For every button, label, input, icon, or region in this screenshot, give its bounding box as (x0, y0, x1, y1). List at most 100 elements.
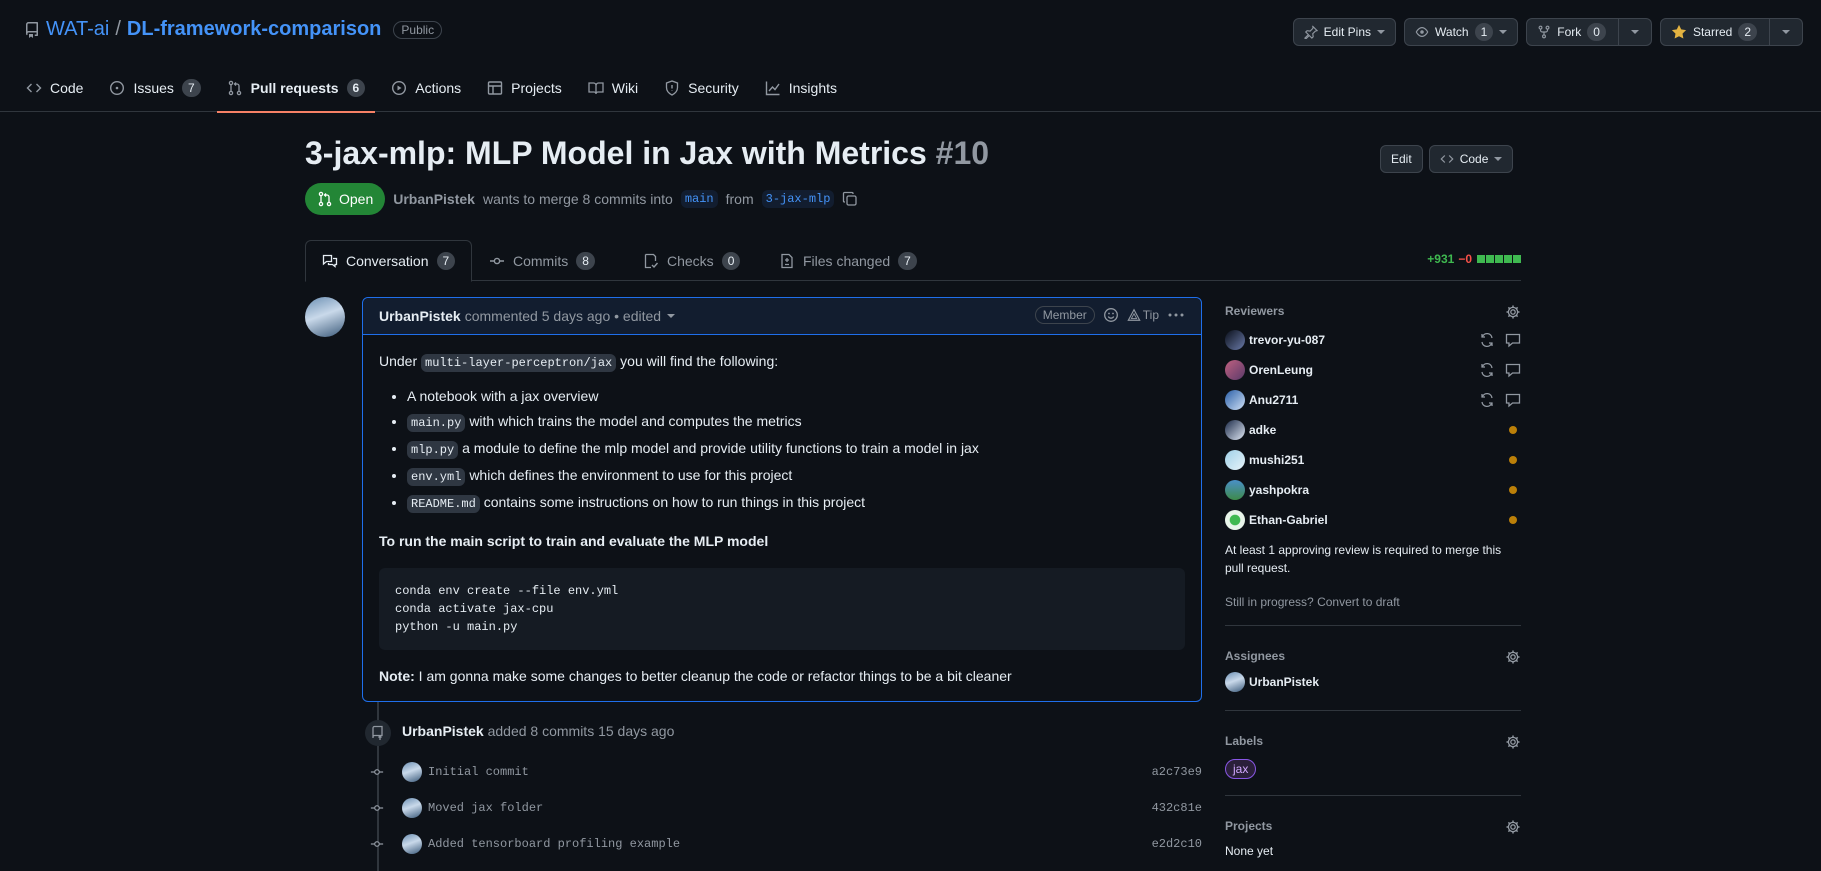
issue-icon (109, 80, 125, 96)
reviewer-name-link[interactable]: adke (1249, 423, 1276, 437)
assignee-row: UrbanPistek (1225, 670, 1521, 694)
comment-icon (1505, 392, 1521, 408)
pending-review-dot (1509, 516, 1517, 524)
commit-message-link[interactable]: Moved jax folder (428, 801, 543, 815)
tip-button[interactable]: Tip (1127, 308, 1159, 322)
repo-owner-link[interactable]: WAT-ai (46, 18, 109, 41)
watch-label: Watch (1435, 25, 1469, 39)
nav-tab-label: Code (50, 80, 84, 96)
starred-button[interactable]: Starred 2 (1659, 18, 1770, 46)
commit-sha-link[interactable]: e2d2c10 (1152, 837, 1202, 851)
smiley-icon[interactable] (1103, 307, 1119, 323)
reviewer-name-link[interactable]: Anu2711 (1249, 393, 1298, 407)
reviewer-actions (1479, 392, 1521, 408)
sync-icon[interactable] (1479, 392, 1495, 408)
reviewer-row: OrenLeung (1225, 355, 1521, 385)
gear-icon[interactable] (1505, 734, 1521, 750)
star-button-group: Starred 2 (1659, 18, 1803, 46)
comment-body: Under multi-layer-perceptron/jax you wil… (363, 335, 1201, 703)
label-badge[interactable]: jax (1225, 759, 1257, 779)
nav-tab-pull-requests[interactable]: Pull requests 6 (216, 70, 376, 113)
code-icon (1440, 152, 1454, 166)
tab-commits[interactable]: Commits 8 (473, 240, 611, 281)
assignees-section: Assignees UrbanPistek (1225, 642, 1521, 711)
tab-checks[interactable]: Checks 0 (627, 240, 756, 281)
commit-row: Moved jax folder 432c81e (370, 796, 1202, 820)
nav-tab-code[interactable]: Code (16, 70, 93, 106)
avatar[interactable] (1225, 480, 1245, 500)
reviewer-actions (1479, 362, 1521, 378)
tab-conversation[interactable]: Conversation 7 (305, 240, 473, 282)
base-branch-link[interactable]: main (680, 190, 718, 208)
timeline-author-link[interactable]: UrbanPistek (402, 723, 484, 739)
inline-code: README.md (407, 495, 480, 513)
edit-title-button[interactable]: Edit (1380, 145, 1423, 173)
pull-request-icon (227, 80, 243, 96)
commit-sha-link[interactable]: a2c73e9 (1152, 765, 1202, 779)
copy-icon[interactable] (842, 191, 858, 207)
avatar[interactable] (1225, 672, 1245, 692)
head-branch-link[interactable]: 3-jax-mlp (761, 190, 835, 208)
comment-author-link[interactable]: UrbanPistek (379, 308, 461, 324)
avatar[interactable] (1225, 330, 1245, 350)
avatar[interactable] (1225, 390, 1245, 410)
nav-tab-security[interactable]: Security (654, 70, 749, 106)
gear-icon[interactable] (1505, 649, 1521, 665)
reviewer-name-link[interactable]: mushi251 (1249, 453, 1304, 467)
edit-pins-label: Edit Pins (1323, 25, 1372, 39)
tab-label: Conversation (346, 253, 429, 269)
convert-to-draft-link[interactable]: Convert to draft (1317, 595, 1400, 609)
tab-label: Files changed (803, 252, 891, 269)
avatar[interactable] (1225, 420, 1245, 440)
code-dropdown-button[interactable]: Code (1428, 145, 1514, 173)
pr-title: 3-jax-mlp: MLP Model in Jax with Metrics… (305, 135, 989, 172)
pin-icon (1303, 25, 1318, 39)
commit-message-link[interactable]: Added tensorboard profiling example (428, 837, 680, 851)
reviewer-row: trevor-yu-087 (1225, 325, 1521, 355)
chevron-down-icon (1499, 30, 1508, 34)
avatar[interactable] (305, 297, 345, 337)
fork-dropdown-button[interactable] (1618, 18, 1652, 46)
fork-label: Fork (1557, 25, 1582, 39)
nav-tab-actions[interactable]: Actions (381, 70, 471, 106)
sync-icon[interactable] (1479, 332, 1495, 348)
inline-code: mlp.py (407, 441, 459, 459)
sync-icon[interactable] (1479, 362, 1495, 378)
fork-button[interactable]: Fork 0 (1526, 18, 1619, 46)
tab-files-changed[interactable]: Files changed 7 (763, 240, 933, 281)
reviewer-row: adke (1225, 415, 1521, 445)
gear-icon[interactable] (1505, 304, 1521, 320)
commit-message-link[interactable]: Initial commit (428, 765, 529, 779)
reviewer-name-link[interactable]: trevor-yu-087 (1249, 333, 1325, 347)
nav-tab-issues[interactable]: Issues 7 (99, 70, 210, 106)
file-list: A notebook with a jax overview main.py w… (407, 386, 1185, 515)
assignee-name-link[interactable]: UrbanPistek (1249, 675, 1319, 689)
edit-pins-button[interactable]: Edit Pins (1292, 18, 1397, 46)
comment-icon (1505, 332, 1521, 348)
reviewer-name-link[interactable]: Ethan-Gabriel (1249, 513, 1328, 527)
nav-tab-insights[interactable]: Insights (755, 70, 847, 106)
diffstat-additions: +931 (1427, 252, 1455, 266)
reviewer-name-link[interactable]: yashpokra (1249, 483, 1309, 497)
repo-name-link[interactable]: DL-framework-comparison (127, 18, 382, 41)
chevron-down-icon[interactable] (667, 314, 676, 318)
avatar[interactable] (402, 762, 422, 782)
avatar[interactable] (1225, 360, 1245, 380)
reviewer-name-link[interactable]: OrenLeung (1249, 363, 1313, 377)
watch-button[interactable]: Watch 1 (1404, 18, 1519, 46)
gear-icon[interactable] (1505, 819, 1521, 835)
pr-sidebar: Reviewers trevor-yu-087 OrenLeung Anu271… (1225, 297, 1521, 871)
avatar[interactable] (402, 834, 422, 854)
star-list-dropdown-button[interactable] (1770, 18, 1803, 46)
tip-label: Tip (1142, 308, 1159, 322)
kebab-horizontal-icon[interactable] (1167, 307, 1185, 323)
comment-meta[interactable]: commented 5 days ago • edited (465, 308, 661, 324)
nav-tab-wiki[interactable]: Wiki (578, 70, 648, 106)
pr-author-link[interactable]: UrbanPistek (393, 191, 475, 207)
avatar[interactable] (402, 798, 422, 818)
avatar[interactable] (1225, 450, 1245, 470)
commit-sha-link[interactable]: 432c81e (1152, 801, 1202, 815)
nav-tab-projects[interactable]: Projects (477, 70, 572, 106)
avatar[interactable] (1225, 510, 1245, 530)
reviewer-row: yashpokra (1225, 475, 1521, 505)
